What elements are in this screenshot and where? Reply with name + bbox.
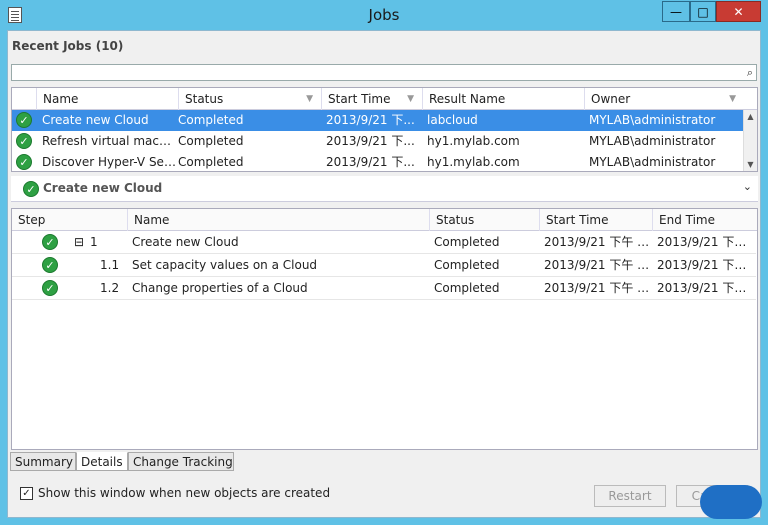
job-name: Refresh virtual machin... <box>42 134 176 148</box>
column-header-step[interactable]: Step <box>12 209 127 231</box>
job-owner: MYLAB\administrator <box>589 113 716 127</box>
step-name: Set capacity values on a Cloud <box>132 258 318 272</box>
completed-check-icon: ✓ <box>42 234 58 250</box>
job-name: Discover Hyper-V Ser... <box>42 155 176 169</box>
job-status: Completed <box>178 134 244 148</box>
completed-check-icon: ✓ <box>16 112 32 128</box>
filter-dropdown-icon[interactable]: ▼ <box>407 88 414 110</box>
close-button[interactable]: ✕ <box>716 1 761 22</box>
scroll-up-icon[interactable]: ▲ <box>744 110 757 124</box>
detail-title: Create new Cloud <box>43 181 163 195</box>
job-result-name: hy1.mylab.com <box>427 134 520 148</box>
step-status: Completed <box>434 235 500 249</box>
completed-check-icon: ✓ <box>23 181 39 197</box>
job-owner: MYLAB\administrator <box>589 155 716 169</box>
column-header-owner[interactable]: Owner ▼ <box>584 88 744 110</box>
restart-button[interactable]: Restart <box>594 485 666 507</box>
step-row[interactable]: ✓ 1.2 Change properties of a Cloud Compl… <box>12 278 756 300</box>
completed-check-icon: ✓ <box>16 133 32 149</box>
vertical-scrollbar[interactable]: ▲ ▼ <box>743 110 757 171</box>
job-status: Completed <box>178 155 244 169</box>
job-steps-grid: Step Name Status Start Time End Time ✓ ⊟… <box>11 208 758 450</box>
step-start-time: 2013/9/21 下午 0... <box>544 281 650 295</box>
steps-header: Step Name Status Start Time End Time <box>12 209 757 231</box>
step-number: 1.2 <box>100 281 120 295</box>
step-start-time: 2013/9/21 下午 0... <box>544 258 650 272</box>
column-header-status-label: Status <box>185 92 224 106</box>
job-owner: MYLAB\administrator <box>589 134 716 148</box>
jobs-window: Jobs — □ ✕ Recent Jobs (10) ⌕ Name Statu… <box>0 0 768 525</box>
tab-details[interactable]: Details <box>76 452 128 471</box>
chevron-down-icon[interactable]: ⌄ <box>743 180 752 193</box>
filter-dropdown-icon[interactable]: ▼ <box>729 88 736 110</box>
show-window-checkbox[interactable]: ✓ <box>20 486 33 500</box>
job-status: Completed <box>178 113 244 127</box>
recent-jobs-grid: Name Status ▼ Start Time ▼ Result Name Own… <box>11 87 758 172</box>
recent-jobs-header: Name Status ▼ Start Time ▼ Result Name Own… <box>12 88 757 110</box>
tab-summary[interactable]: Summary <box>10 452 76 471</box>
step-status: Completed <box>434 258 500 272</box>
step-name: Change properties of a Cloud <box>132 281 308 295</box>
client-area: Recent Jobs (10) ⌕ Name Status ▼ Start Ti… <box>7 30 761 518</box>
column-header-name[interactable]: Name <box>127 209 429 231</box>
step-end-time: 2013/9/21 下午... <box>657 281 753 295</box>
job-start-time: 2013/9/21 下... <box>326 113 415 127</box>
column-header-start-time-label: Start Time <box>328 92 391 106</box>
job-result-name: labcloud <box>427 113 478 127</box>
completed-check-icon: ✓ <box>42 257 58 273</box>
step-end-time: 2013/9/21 下午... <box>657 258 753 272</box>
collapse-icon[interactable]: ⊟ <box>74 232 86 253</box>
step-start-time: 2013/9/21 下午 0... <box>544 235 650 249</box>
show-window-label: Show this window when new objects are cr… <box>38 486 331 500</box>
title-bar: Jobs — □ ✕ <box>0 0 768 30</box>
column-header-status[interactable]: Status ▼ <box>178 88 321 110</box>
column-header-result-name[interactable]: Result Name <box>422 88 584 110</box>
column-header-start-time[interactable]: Start Time <box>539 209 652 231</box>
step-status: Completed <box>434 281 500 295</box>
watermark-logo <box>700 485 762 519</box>
window-title: Jobs <box>368 6 400 24</box>
search-icon[interactable]: ⌕ <box>747 66 753 80</box>
completed-check-icon: ✓ <box>16 154 32 170</box>
scroll-down-icon[interactable]: ▼ <box>744 158 757 171</box>
step-end-time: 2013/9/21 下午... <box>657 235 753 249</box>
job-result-name: hy1.mylab.com <box>427 155 520 169</box>
job-name: Create new Cloud <box>42 113 149 127</box>
step-number: 1.1 <box>100 258 120 272</box>
step-row[interactable]: ✓ 1.1 Set capacity values on a Cloud Com… <box>12 255 756 277</box>
completed-check-icon: ✓ <box>42 280 58 296</box>
job-start-time: 2013/9/21 下... <box>326 134 415 148</box>
minimize-button[interactable]: — <box>662 1 690 22</box>
job-start-time: 2013/9/21 下... <box>326 155 415 169</box>
column-header-start-time[interactable]: Start Time ▼ <box>321 88 422 110</box>
recent-jobs-label: Recent Jobs (10) <box>12 39 124 53</box>
step-number: 1 <box>90 235 98 249</box>
column-header-owner-label: Owner <box>591 92 631 106</box>
filter-dropdown-icon[interactable]: ▼ <box>306 88 313 110</box>
step-name: Create new Cloud <box>132 235 239 249</box>
job-row[interactable]: ✓ Create new Cloud Completed 2013/9/21 下… <box>12 110 744 131</box>
job-row[interactable]: ✓ Discover Hyper-V Ser... Completed 2013… <box>12 152 744 171</box>
maximize-button[interactable]: □ <box>690 1 716 22</box>
show-window-option[interactable]: ✓ Show this window when new objects are … <box>20 486 330 500</box>
detail-header[interactable]: ✓ Create new Cloud ⌄ <box>11 176 758 202</box>
column-header-end-time[interactable]: End Time <box>652 209 756 231</box>
search-input[interactable]: ⌕ <box>11 64 757 81</box>
tab-change-tracking[interactable]: Change Tracking <box>128 452 234 471</box>
step-row[interactable]: ✓ ⊟ 1 Create new Cloud Completed 2013/9/… <box>12 232 756 254</box>
job-row[interactable]: ✓ Refresh virtual machin... Completed 20… <box>12 131 744 152</box>
column-header-status[interactable]: Status <box>429 209 539 231</box>
column-header-name[interactable]: Name <box>36 88 178 110</box>
